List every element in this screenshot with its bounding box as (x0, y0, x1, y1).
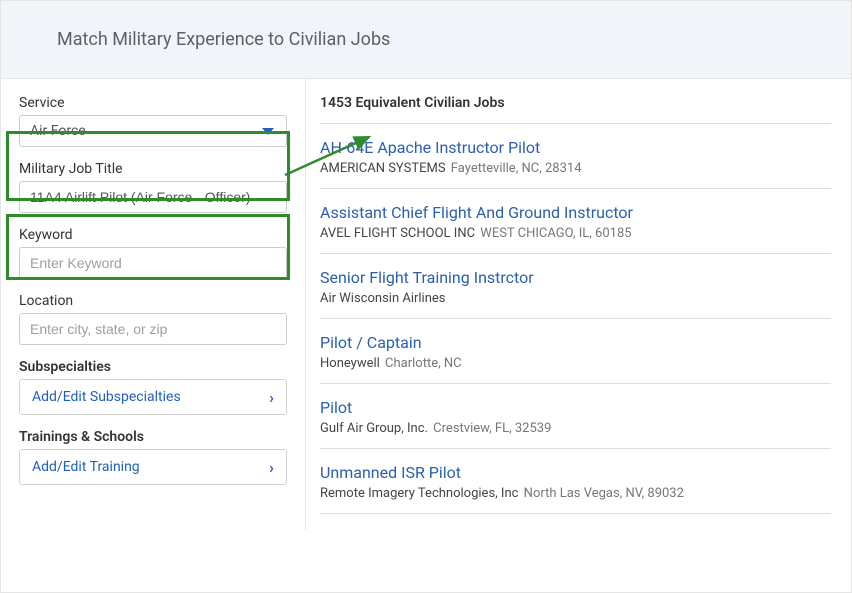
job-title-label: Military Job Title (19, 161, 287, 177)
results-panel: 1453 Equivalent Civilian Jobs AH-64E Apa… (306, 79, 851, 530)
page-title: Match Military Experience to Civilian Jo… (57, 29, 851, 50)
job-company: Honeywell (320, 356, 380, 371)
trainings-field-group: Trainings & Schools Add/Edit Training › (19, 429, 287, 485)
job-company: Gulf Air Group, Inc. (320, 421, 428, 436)
service-field-group: Service Air Force (19, 95, 287, 147)
job-meta: AMERICAN SYSTEMS Fayetteville, NC, 28314 (320, 161, 831, 176)
job-company: AVEL FLIGHT SCHOOL INC (320, 226, 475, 241)
job-company: AMERICAN SYSTEMS (320, 161, 446, 176)
add-edit-training-button[interactable]: Add/Edit Training › (19, 449, 287, 485)
chevron-right-icon: › (269, 458, 274, 477)
dropdown-caret-icon (262, 128, 274, 135)
job-meta: Gulf Air Group, Inc. Crestview, FL, 3253… (320, 421, 831, 436)
job-item: Assistant Chief Flight And Ground Instru… (320, 189, 831, 254)
job-title-field-group: Military Job Title (19, 161, 287, 213)
subspecialties-field-group: Subspecialties Add/Edit Subspecialties › (19, 359, 287, 415)
job-item: Unmanned ISR Pilot Remote Imagery Technol… (320, 449, 831, 514)
subspecialties-button-text: Add/Edit Subspecialties (32, 389, 181, 405)
trainings-button-text: Add/Edit Training (32, 459, 140, 475)
job-list: AH-64E Apache Instructor Pilot AMERICAN S… (320, 124, 831, 514)
job-location: Charlotte, NC (382, 356, 462, 371)
keyword-label: Keyword (19, 227, 287, 243)
job-title-link[interactable]: Pilot / Captain (320, 333, 831, 352)
job-company: Remote Imagery Technologies, Inc (320, 486, 518, 501)
add-edit-subspecialties-button[interactable]: Add/Edit Subspecialties › (19, 379, 287, 415)
job-company: Air Wisconsin Airlines (320, 291, 446, 306)
subspecialties-label: Subspecialties (19, 359, 287, 375)
job-location: North Las Vegas, NV, 89032 (520, 486, 683, 501)
keyword-input[interactable] (19, 247, 287, 279)
job-location: Fayetteville, NC, 28314 (448, 161, 582, 176)
job-title-link[interactable]: Unmanned ISR Pilot (320, 463, 831, 482)
job-item: Pilot Gulf Air Group, Inc. Crestview, FL,… (320, 384, 831, 449)
service-label: Service (19, 95, 287, 111)
job-meta: AVEL FLIGHT SCHOOL INC WEST CHICAGO, IL,… (320, 226, 831, 241)
job-location: Crestview, FL, 32539 (430, 421, 551, 436)
job-meta: Air Wisconsin Airlines (320, 291, 831, 306)
chevron-right-icon: › (269, 388, 274, 407)
job-item: Senior Flight Training Instrctor Air Wisc… (320, 254, 831, 319)
filter-sidebar: Service Air Force Military Job Title Key… (1, 79, 306, 530)
header-banner: Match Military Experience to Civilian Jo… (1, 1, 851, 79)
keyword-field-group: Keyword (19, 227, 287, 279)
job-title-link[interactable]: Pilot (320, 398, 831, 417)
location-input[interactable] (19, 313, 287, 345)
job-meta: Remote Imagery Technologies, Inc North L… (320, 486, 831, 501)
job-title-input[interactable] (19, 181, 287, 213)
job-meta: Honeywell Charlotte, NC (320, 356, 831, 371)
service-select[interactable]: Air Force (19, 115, 287, 147)
job-title-link[interactable]: Assistant Chief Flight And Ground Instru… (320, 203, 831, 222)
service-value: Air Force (30, 123, 86, 139)
job-location: WEST CHICAGO, IL, 60185 (477, 226, 632, 241)
results-count: 1453 Equivalent Civilian Jobs (320, 95, 831, 124)
job-title-link[interactable]: AH-64E Apache Instructor Pilot (320, 138, 831, 157)
job-item: AH-64E Apache Instructor Pilot AMERICAN S… (320, 124, 831, 189)
location-field-group: Location (19, 293, 287, 345)
job-item: Pilot / Captain Honeywell Charlotte, NC (320, 319, 831, 384)
location-label: Location (19, 293, 287, 309)
trainings-label: Trainings & Schools (19, 429, 287, 445)
job-title-link[interactable]: Senior Flight Training Instrctor (320, 268, 831, 287)
